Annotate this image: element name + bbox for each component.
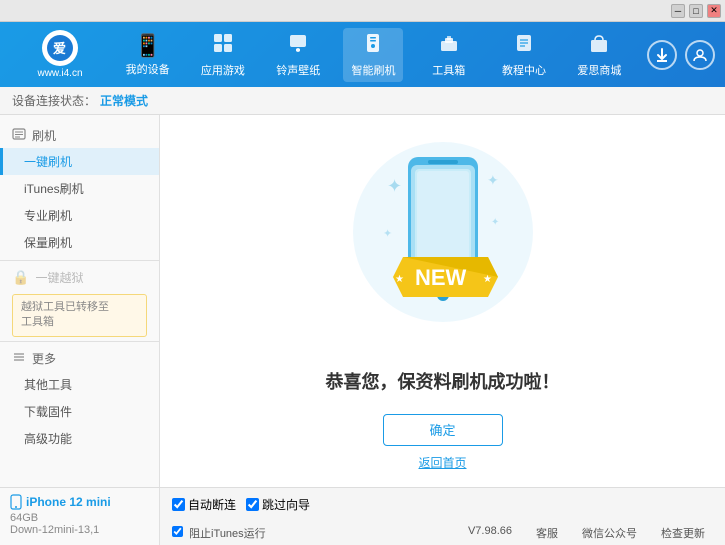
jailbreak-section-label: 一键越狱 [35,269,83,286]
skip-wizard-checkbox[interactable]: 跳过向导 [246,496,310,513]
svg-text:★: ★ [395,274,404,285]
tutorials-icon [513,32,535,60]
sidebar-divider-2 [0,341,159,342]
content-area: ✦ ✦ ✦ ✦ ★ ★ NEW 恭喜您，保资料刷机成功啦！ 确定 [160,115,725,487]
svg-text:✦: ✦ [491,217,499,228]
download-btn[interactable] [647,40,677,70]
my-device-icon: 📱 [134,33,161,59]
version-text: V7.98.66 [468,525,512,541]
header-actions [647,40,715,70]
status-bar: 设备连接状态： 正常模式 [0,87,725,115]
title-bar: ─ □ ✕ [0,0,725,22]
store-icon [588,32,610,60]
close-btn[interactable]: ✕ [707,4,721,18]
nav-tools[interactable]: 工具箱 [419,28,479,82]
skip-wizard-input[interactable] [246,498,259,511]
status-value: 正常模式 [100,92,148,109]
main-layout: 刷机 一键刷机 iTunes刷机 专业刷机 保量刷机 🔒 一键越狱 越狱工具已转… [0,115,725,487]
smart-flash-icon [362,32,384,60]
device-storage: 64GB [10,512,149,524]
nav-apps-games[interactable]: 应用游戏 [193,28,253,82]
ringtones-icon [287,32,309,60]
auto-disconnect-input[interactable] [172,498,185,511]
confirm-button[interactable]: 确定 [383,414,503,446]
sidebar-item-other-tools[interactable]: 其他工具 [0,371,159,398]
sidebar-divider-1 [0,260,159,261]
jailbreak-section-icon: 🔒 [12,269,29,286]
apps-icon [212,32,234,60]
customer-service-link[interactable]: 客服 [536,525,558,541]
logo-url: www.i4.cn [37,68,82,79]
profile-btn[interactable] [685,40,715,70]
sidebar-item-one-key-flash[interactable]: 一键刷机 [0,148,159,175]
status-label: 设备连接状态： [12,92,96,109]
flash-section-label: 刷机 [32,127,56,144]
bottom-section: iPhone 12 mini 64GB Down-12mini-13,1 自动断… [0,487,725,545]
checkboxes-row: 自动断连 跳过向导 [160,488,725,517]
nav-store[interactable]: 爱思商城 [569,28,629,82]
version-info: V7.98.66 客服 微信公众号 检查更新 [468,525,713,541]
minimize-btn[interactable]: ─ [671,4,685,18]
sidebar-section-more[interactable]: 更多 [0,346,159,371]
header: 爱 www.i4.cn 📱 我的设备 应用游戏 [0,22,725,87]
store-label: 爱思商城 [577,62,621,78]
svg-text:✦: ✦ [383,228,392,240]
more-section-label: 更多 [32,350,56,367]
jailbreak-note: 越狱工具已转移至工具箱 [12,294,147,337]
apps-label: 应用游戏 [201,62,245,78]
svg-text:NEW: NEW [415,265,467,290]
back-home-link[interactable]: 返回首页 [418,454,466,471]
maximize-btn[interactable]: □ [689,4,703,18]
device-model: Down-12mini-13,1 [10,524,149,536]
itunes-status: 阻止iTunes运行 [172,525,274,541]
success-illustration: ✦ ✦ ✦ ✦ ★ ★ NEW [343,132,543,352]
sidebar-section-flash[interactable]: 刷机 [0,123,159,148]
check-update-link[interactable]: 检查更新 [661,525,705,541]
logo-area: 爱 www.i4.cn [10,30,110,79]
ringtones-label: 铃声壁纸 [276,62,320,78]
content-bottom-bar: 自动断连 跳过向导 阻止iTunes运行 V7.98.66 客服 微信公众号 检… [160,488,725,545]
tools-label: 工具箱 [432,62,465,78]
sidebar: 刷机 一键刷机 iTunes刷机 专业刷机 保量刷机 🔒 一键越狱 越狱工具已转… [0,115,160,487]
sidebar-device-info: iPhone 12 mini 64GB Down-12mini-13,1 [0,488,160,545]
svg-text:爱: 爱 [53,41,66,56]
sidebar-item-download-firmware[interactable]: 下载固件 [0,398,159,425]
svg-text:✦: ✦ [487,172,499,188]
nav-ringtones[interactable]: 铃声壁纸 [268,28,328,82]
nav-my-device[interactable]: 📱 我的设备 [118,29,178,81]
device-name: iPhone 12 mini [26,495,111,509]
sidebar-item-itunes-flash[interactable]: iTunes刷机 [0,175,159,202]
more-section-icon [12,350,26,367]
tutorials-label: 教程中心 [502,62,546,78]
sidebar-section-jailbreak: 🔒 一键越狱 [0,265,159,290]
status-bottom-row: 阻止iTunes运行 V7.98.66 客服 微信公众号 检查更新 [160,523,725,545]
wechat-link[interactable]: 微信公众号 [582,525,637,541]
auto-disconnect-checkbox[interactable]: 自动断连 [172,496,236,513]
window-controls[interactable]: ─ □ ✕ [671,4,721,18]
nav-tutorials[interactable]: 教程中心 [494,28,554,82]
my-device-label: 我的设备 [126,61,170,77]
sidebar-item-save-flash[interactable]: 保量刷机 [0,229,159,256]
logo-icon: 爱 [42,30,78,66]
auto-disconnect-label: 自动断连 [188,496,236,513]
sidebar-item-advanced[interactable]: 高级功能 [0,425,159,452]
nav-bar: 📱 我的设备 应用游戏 [110,28,637,82]
itunes-checkbox[interactable] [172,526,183,537]
device-phone-icon [10,494,22,510]
svg-text:★: ★ [483,274,492,285]
sidebar-item-pro-flash[interactable]: 专业刷机 [0,202,159,229]
svg-text:✦: ✦ [387,176,402,196]
smart-flash-label: 智能刷机 [351,62,395,78]
flash-section-icon [12,127,26,144]
nav-smart-flash[interactable]: 智能刷机 [343,28,403,82]
skip-wizard-label: 跳过向导 [262,496,310,513]
congrats-text: 恭喜您，保资料刷机成功啦！ [326,368,560,394]
tools-icon [438,32,460,60]
